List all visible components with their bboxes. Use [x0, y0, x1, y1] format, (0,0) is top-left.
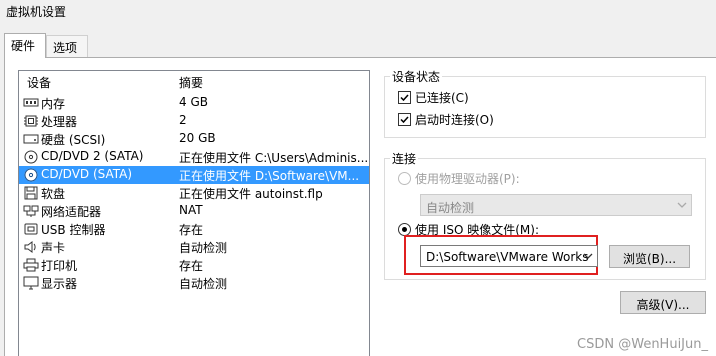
cd-dvd-icon [23, 150, 39, 164]
browse-button[interactable]: 浏览(B)... [609, 245, 690, 268]
device-name: 硬盘 (SCSI) [41, 133, 106, 147]
tab-options-label: 选项 [53, 41, 78, 55]
device-row-cd-dvd-2[interactable]: CD/DVD 2 (SATA) 正在使用文件 C:\Users\Adminis.… [19, 148, 369, 166]
device-list-header: 设备 摘要 [19, 71, 369, 91]
device-row-display[interactable]: 显示器 自动检测 [19, 274, 369, 292]
device-summary: 2 [179, 113, 187, 127]
tab-hardware-label: 硬件 [11, 39, 36, 53]
device-row-sound-card[interactable]: 声卡 自动检测 [19, 238, 369, 256]
device-name: 处理器 [41, 115, 78, 129]
checkmark-icon [400, 116, 409, 124]
chevron-down-icon [583, 250, 593, 264]
device-row-cd-dvd-selected[interactable]: CD/DVD (SATA) 正在使用文件 D:\Software\VM... [19, 166, 369, 184]
device-list[interactable]: 设备 摘要 内存 4 GB 处理器 2 硬盘 (SCSI) 20 GB CD/D… [18, 70, 370, 356]
hard-disk-icon [23, 132, 39, 146]
connected-label[interactable]: 已连接(C) [415, 89, 469, 106]
iso-path-value: D:\Software\VMware Works [426, 250, 589, 264]
connection-title: 连接 [390, 150, 419, 167]
iso-path-combobox[interactable]: D:\Software\VMware Works [420, 245, 598, 267]
device-row-usb-controller[interactable]: USB 控制器 存在 [19, 220, 369, 238]
physical-drive-label[interactable]: 使用物理驱动器(P): [415, 170, 520, 187]
device-summary: 正在使用文件 autoinst.flp [179, 187, 323, 201]
device-summary: NAT [179, 203, 203, 217]
connected-checkbox[interactable] [398, 91, 411, 104]
physical-drive-radio[interactable] [398, 172, 411, 185]
watermark-text: CSDN @WenHuiJun_ [577, 337, 708, 352]
device-row-processor[interactable]: 处理器 2 [19, 112, 369, 130]
chevron-down-icon [677, 199, 687, 213]
column-header-device[interactable]: 设备 [27, 74, 51, 91]
tab-hardware[interactable]: 硬件 [4, 33, 46, 58]
device-summary: 正在使用文件 D:\Software\VM... [179, 169, 360, 183]
device-name: 网络适配器 [41, 205, 102, 219]
device-name: 显示器 [41, 277, 78, 291]
device-summary: 4 GB [179, 95, 208, 109]
device-status-title: 设备状态 [390, 68, 443, 85]
floppy-icon [23, 186, 39, 200]
device-row-floppy[interactable]: 软盘 正在使用文件 autoinst.flp [19, 184, 369, 202]
advanced-button[interactable]: 高级(V)... [620, 291, 706, 314]
device-row-hard-disk[interactable]: 硬盘 (SCSI) 20 GB [19, 130, 369, 148]
device-row-network-adapter[interactable]: 网络适配器 NAT [19, 202, 369, 220]
network-adapter-icon [23, 204, 39, 218]
device-row-memory[interactable]: 内存 4 GB [19, 94, 369, 112]
printer-icon [23, 258, 39, 272]
device-name: CD/DVD (SATA) [41, 167, 133, 181]
display-icon [23, 276, 39, 290]
device-name: 软盘 [41, 187, 66, 201]
usb-icon [23, 222, 39, 236]
connect-at-power-on-checkbox[interactable] [398, 113, 411, 126]
connect-at-power-on-label[interactable]: 启动时连接(O) [415, 111, 494, 128]
device-name: CD/DVD 2 (SATA) [41, 149, 144, 163]
physical-drive-select[interactable]: 自动检测 [420, 194, 692, 216]
sound-card-icon [23, 240, 39, 254]
processor-icon [23, 114, 39, 128]
device-row-printer[interactable]: 打印机 存在 [19, 256, 369, 274]
device-summary: 自动检测 [179, 277, 228, 291]
device-status-group [384, 76, 706, 138]
device-summary: 存在 [179, 223, 204, 237]
column-header-summary[interactable]: 摘要 [179, 74, 203, 91]
memory-icon [23, 96, 39, 110]
device-name: 打印机 [41, 259, 78, 273]
tab-options[interactable]: 选项 [46, 35, 88, 57]
device-summary: 20 GB [179, 131, 216, 145]
device-summary: 存在 [179, 259, 204, 273]
device-name: 内存 [41, 97, 66, 111]
device-summary: 自动检测 [179, 241, 228, 255]
device-summary: 正在使用文件 C:\Users\Adminis... [179, 151, 367, 165]
cd-dvd-icon [23, 168, 39, 182]
device-name: 声卡 [41, 241, 66, 255]
physical-drive-value: 自动检测 [426, 201, 475, 215]
checkmark-icon [400, 94, 409, 102]
device-name: USB 控制器 [41, 223, 106, 237]
window-title: 虚拟机设置 [6, 5, 67, 19]
